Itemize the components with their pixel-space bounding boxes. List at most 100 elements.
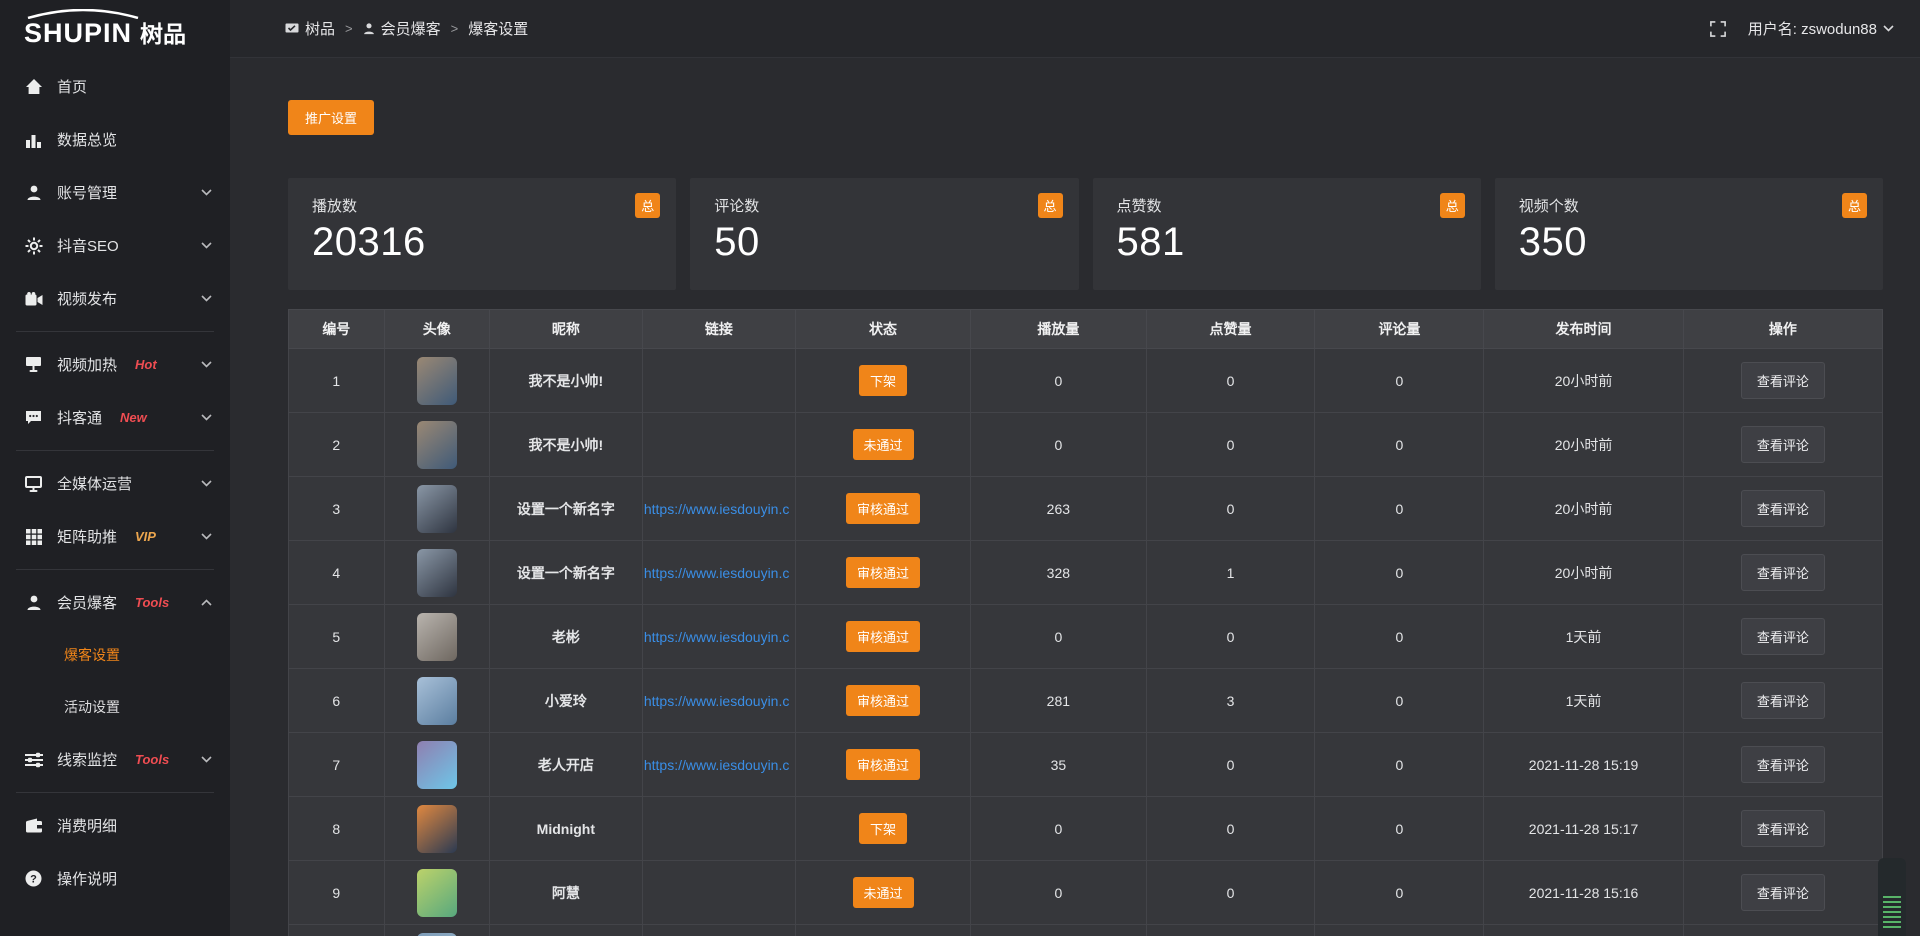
- cell-publish-time: 2021-11-28 15:17: [1484, 797, 1683, 861]
- stat-label: 评论数: [714, 195, 1054, 216]
- avatar[interactable]: [417, 549, 457, 597]
- avatar[interactable]: [417, 869, 457, 917]
- display-icon: [24, 475, 43, 493]
- cell-comments: 0: [1315, 541, 1484, 605]
- table-row: 4 设置一个新名字 https://www.iesdouyin.c 审核通过 3…: [289, 541, 1883, 605]
- question-icon: ?: [24, 870, 43, 888]
- view-comments-button[interactable]: 查看评论: [1741, 618, 1825, 655]
- cell-link[interactable]: https://www.iesdouyin.c: [642, 669, 795, 733]
- cell-link[interactable]: [642, 797, 795, 861]
- cell-avatar: [384, 413, 489, 477]
- view-comments-button[interactable]: 查看评论: [1741, 554, 1825, 591]
- fullscreen-icon[interactable]: [1710, 21, 1726, 37]
- promotion-settings-button[interactable]: 推广设置: [288, 100, 374, 135]
- view-comments-button[interactable]: 查看评论: [1741, 362, 1825, 399]
- view-comments-button[interactable]: 查看评论: [1741, 746, 1825, 783]
- avatar[interactable]: [417, 741, 457, 789]
- sidebar-subitem-label: 爆客设置: [64, 645, 120, 665]
- view-comments-button[interactable]: 查看评论: [1741, 490, 1825, 527]
- logo-text-cn: 树品: [140, 9, 186, 49]
- view-comments-button[interactable]: 查看评论: [1741, 810, 1825, 847]
- avatar[interactable]: [417, 357, 457, 405]
- sidebar-item-account[interactable]: 账号管理: [0, 166, 230, 219]
- status-badge[interactable]: 审核通过: [846, 749, 920, 780]
- cell-id: 9: [289, 861, 385, 925]
- cell-comments: 0: [1315, 669, 1484, 733]
- sidebar-item-matrix-boost[interactable]: 矩阵助推 VIP: [0, 510, 230, 563]
- cell-link[interactable]: https://www.iesdouyin.c: [642, 541, 795, 605]
- cell-link[interactable]: [642, 413, 795, 477]
- breadcrumb-item-shupin[interactable]: 树品: [285, 18, 335, 39]
- cell-status: 审核通过: [795, 605, 970, 669]
- sidebar-item-label: 抖音SEO: [57, 235, 119, 256]
- sidebar-item-home[interactable]: 首页: [0, 60, 230, 113]
- cell-avatar: [384, 349, 489, 413]
- avatar[interactable]: [417, 613, 457, 661]
- view-comments-button[interactable]: 查看评论: [1741, 682, 1825, 719]
- cell-nickname: 阿慧: [489, 861, 642, 925]
- cell-id: 7: [289, 733, 385, 797]
- cell-nickname: 老彬: [489, 605, 642, 669]
- view-comments-button[interactable]: 查看评论: [1741, 426, 1825, 463]
- cell-link[interactable]: https://www.iesdouyin.c: [642, 477, 795, 541]
- total-badge: 总: [1038, 193, 1063, 218]
- sidebar-item-member-baoke[interactable]: 会员爆客 Tools: [0, 576, 230, 629]
- status-badge[interactable]: 审核通过: [846, 621, 920, 652]
- stat-card-plays: 播放数 20316 总: [288, 178, 676, 290]
- cell-link[interactable]: [642, 861, 795, 925]
- status-badge[interactable]: 审核通过: [846, 557, 920, 588]
- cell-avatar: [384, 861, 489, 925]
- sidebar-item-instructions[interactable]: ? 操作说明: [0, 852, 230, 905]
- floating-widget[interactable]: [1878, 858, 1906, 936]
- cell-action: 查看评论: [1683, 541, 1882, 605]
- total-badge: 总: [1440, 193, 1465, 218]
- video-table: 编号头像昵称链接状态播放量点赞量评论量发布时间操作 1 我不是小帅! 下架 0 …: [288, 309, 1883, 936]
- avatar[interactable]: [417, 485, 457, 533]
- cell-link[interactable]: https://www.iesdouyin.c: [642, 733, 795, 797]
- avatar[interactable]: [417, 933, 457, 936]
- chevron-down-icon: [201, 242, 212, 249]
- cell-comments: 0: [1315, 733, 1484, 797]
- sidebar-item-media-operation[interactable]: 全媒体运营: [0, 457, 230, 510]
- avatar[interactable]: [417, 805, 457, 853]
- table-row: 3 设置一个新名字 https://www.iesdouyin.c 审核通过 2…: [289, 477, 1883, 541]
- user-icon: [24, 184, 43, 202]
- chevron-down-icon: [201, 189, 212, 196]
- status-badge[interactable]: 未通过: [853, 429, 914, 460]
- cell-publish-time: 1天前: [1484, 669, 1683, 733]
- cell-status: 下架: [795, 349, 970, 413]
- cell-nickname: 设置一个新名字: [489, 477, 642, 541]
- cell-link[interactable]: [642, 925, 795, 936]
- stat-label: 播放数: [312, 195, 652, 216]
- stat-card-comments: 评论数 50 总: [690, 178, 1078, 290]
- cell-nickname: [489, 925, 642, 936]
- screen-icon: [24, 356, 43, 374]
- cell-link[interactable]: https://www.iesdouyin.c: [642, 605, 795, 669]
- user-menu[interactable]: 用户名: zswodun88: [1748, 18, 1894, 39]
- sidebar-item-douyin-seo[interactable]: 抖音SEO: [0, 219, 230, 272]
- sidebar-subitem-activity-settings[interactable]: 活动设置: [0, 681, 230, 733]
- sidebar-item-douketong[interactable]: 抖客通 New: [0, 391, 230, 444]
- sidebar: SHUPIN 树品 首页 数据总览 账号管理 抖音SEO 视频发布: [0, 0, 230, 936]
- sidebar-item-video-publish[interactable]: 视频发布: [0, 272, 230, 325]
- cell-id: [289, 925, 385, 936]
- sidebar-item-consumption-detail[interactable]: 消费明细: [0, 799, 230, 852]
- view-comments-button[interactable]: 查看评论: [1741, 874, 1825, 911]
- chevron-down-icon: [201, 361, 212, 368]
- status-badge[interactable]: 审核通过: [846, 493, 920, 524]
- status-badge[interactable]: 下架: [859, 365, 907, 396]
- avatar[interactable]: [417, 677, 457, 725]
- sidebar-item-video-heat[interactable]: 视频加热 Hot: [0, 338, 230, 391]
- cell-link[interactable]: [642, 349, 795, 413]
- status-badge[interactable]: 下架: [859, 813, 907, 844]
- sidebar-item-data-overview[interactable]: 数据总览: [0, 113, 230, 166]
- status-badge[interactable]: 审核通过: [846, 685, 920, 716]
- sidebar-subitem-baoke-settings[interactable]: 爆客设置: [0, 629, 230, 681]
- breadcrumb-item-member-baoke[interactable]: 会员爆客: [363, 18, 441, 39]
- sidebar-item-clue-monitor[interactable]: 线索监控 Tools: [0, 733, 230, 786]
- sidebar-item-label: 视频加热: [57, 354, 117, 375]
- status-badge[interactable]: 未通过: [853, 877, 914, 908]
- column-header: 链接: [642, 310, 795, 349]
- avatar[interactable]: [417, 421, 457, 469]
- cell-status: 审核通过: [795, 733, 970, 797]
